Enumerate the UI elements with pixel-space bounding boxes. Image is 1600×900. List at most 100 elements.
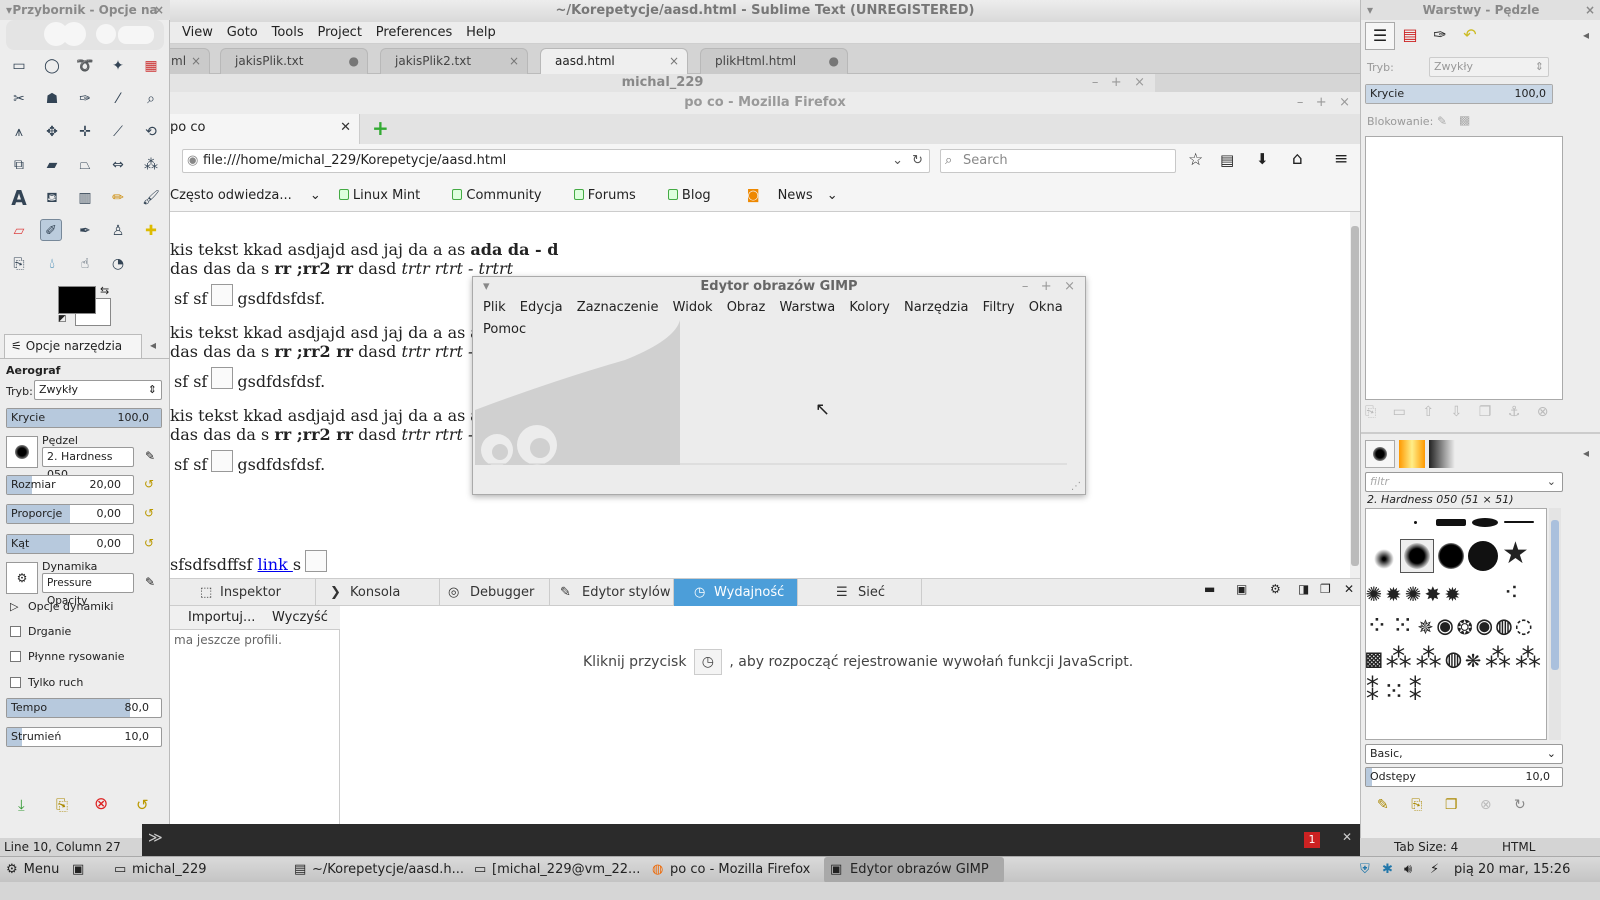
magic-wand-icon[interactable]: ✦: [107, 55, 129, 77]
reset-size-icon[interactable]: ↺: [144, 477, 154, 491]
brush-filter-input[interactable]: filtr ⌄: [1365, 472, 1563, 492]
edit-brush-icon[interactable]: ✎: [1377, 797, 1389, 813]
record-button[interactable]: ◷: [693, 649, 722, 675]
refresh-brushes-icon[interactable]: ↻: [1514, 797, 1526, 813]
flow-slider[interactable]: Strumień 10,0: [6, 727, 162, 747]
search-input[interactable]: ⌕ Search: [940, 149, 1176, 173]
menu-view[interactable]: Widok: [673, 297, 713, 319]
editor-tab-active[interactable]: aasd.html ×: [540, 48, 688, 74]
perspective-icon[interactable]: ⏢: [74, 154, 96, 176]
brush-item[interactable]: [1436, 519, 1466, 526]
brush-scrollbar[interactable]: [1549, 508, 1561, 740]
tab-performance[interactable]: ◷ Wydajność: [674, 579, 798, 606]
tab-network[interactable]: ☰ Sieć: [798, 579, 922, 606]
foreground-select-icon[interactable]: ☗: [41, 88, 63, 110]
page-info-icon[interactable]: ◉: [187, 150, 198, 172]
text-tool-icon[interactable]: A: [8, 187, 30, 209]
bookmark-community[interactable]: Community: [452, 188, 555, 203]
editor-tab[interactable]: plikHtml.html ●: [700, 48, 848, 74]
reset-angle-icon[interactable]: ↺: [144, 536, 154, 550]
measure-icon[interactable]: ⩚: [8, 121, 30, 143]
tool-options-tab[interactable]: ⚟ Opcje narzędzia: [4, 334, 142, 358]
home-icon[interactable]: ⌂: [1292, 149, 1303, 169]
brush-name-field[interactable]: 2. Hardness 050: [42, 447, 134, 481]
scrollbar-thumb[interactable]: [1351, 226, 1359, 566]
dynamics-options-label[interactable]: Opcje dynamiki: [28, 600, 113, 613]
brush-item[interactable]: [1414, 521, 1417, 524]
mode-select[interactable]: Zwykły ⇕: [34, 380, 162, 400]
lower-layer-icon[interactable]: ⇩: [1451, 404, 1463, 420]
task-terminal-2[interactable]: ▭ [michal_229@vm_22...: [470, 857, 642, 883]
resize-grip-icon[interactable]: ⋰: [1071, 481, 1081, 492]
angle-slider[interactable]: Kąt 0,00: [6, 534, 134, 554]
window-menu-icon[interactable]: ▾: [1367, 0, 1373, 20]
delete-layer-icon[interactable]: ⊗: [1537, 404, 1549, 420]
window-menu-icon[interactable]: ▾: [483, 277, 490, 297]
browser-tab[interactable]: po co ✕: [170, 114, 360, 144]
foreground-color-swatch[interactable]: [58, 286, 96, 314]
paths-icon[interactable]: ✑: [74, 88, 96, 110]
new-layer-icon[interactable]: ⎘: [1365, 404, 1376, 420]
blur-icon[interactable]: 💧︎: [41, 253, 63, 275]
align-icon[interactable]: ✛: [74, 121, 96, 143]
close-icon[interactable]: ×: [669, 49, 679, 73]
tab-menu-icon[interactable]: ◂: [1583, 446, 1589, 460]
brushes-tab-icon[interactable]: [1365, 440, 1395, 468]
brush-grid[interactable]: ★ ✺✹✺✸✹ ⁖⁘⁙✵◉❂◉◍◌▩⁂⁂◍❋⁂⁂⁑⁙⁑: [1365, 508, 1547, 740]
bucket-fill-icon[interactable]: ⛾: [41, 187, 63, 209]
expand-console-icon[interactable]: ≫: [148, 830, 163, 846]
delete-options-icon[interactable]: ⊗: [94, 794, 108, 814]
brush-item[interactable]: [1472, 518, 1498, 527]
bookmark-linux-mint[interactable]: Linux Mint: [338, 188, 434, 203]
close-tab-icon[interactable]: ✕: [340, 114, 351, 142]
bookmark-blog[interactable]: Blog: [667, 188, 725, 203]
volume-icon[interactable]: 🔊︎: [1404, 857, 1412, 883]
brush-item[interactable]: [1504, 521, 1534, 523]
reading-list-icon[interactable]: ▤: [1220, 151, 1234, 169]
layer-opacity-slider[interactable]: Krycie 100,0: [1365, 84, 1553, 104]
rect-select-icon[interactable]: ▭: [8, 55, 30, 77]
size-slider[interactable]: Rozmiar 20,00: [6, 475, 134, 495]
dodge-burn-icon[interactable]: ◔: [107, 253, 129, 275]
unsaved-dot-icon[interactable]: ●: [349, 49, 359, 73]
close-icon[interactable]: ✕: [1342, 830, 1352, 844]
bookmark-most-visited[interactable]: Często odwiedza... ⌄: [170, 188, 321, 203]
editor-tab[interactable]: jakisPlik.txt ●: [220, 48, 368, 74]
hamburger-menu-icon[interactable]: ≡: [1334, 149, 1348, 169]
clone-icon[interactable]: ♙: [107, 220, 129, 242]
cage-transform-icon[interactable]: ⁂: [140, 154, 162, 176]
new-tab-plus-icon[interactable]: +: [372, 116, 389, 140]
ellipse-select-icon[interactable]: ◯: [41, 55, 63, 77]
delete-brush-icon[interactable]: ⊗: [1480, 797, 1492, 813]
dock-side-icon[interactable]: ◨: [1298, 582, 1309, 596]
layer-mode-select[interactable]: Zwykły ⇕: [1429, 57, 1549, 77]
menu-windows[interactable]: Okna: [1029, 297, 1063, 319]
close-icon[interactable]: ✕: [1344, 582, 1354, 596]
menu-edit[interactable]: Edycja: [520, 297, 563, 319]
menu-tools[interactable]: Narzędzia: [904, 297, 969, 319]
zoom-icon[interactable]: ⌕: [140, 88, 162, 110]
perspective-clone-icon[interactable]: ⎘: [8, 253, 30, 275]
spacing-slider[interactable]: Odstępy 10,0: [1365, 767, 1563, 787]
unsaved-dot-icon[interactable]: ●: [829, 49, 839, 73]
pane-divider[interactable]: [1361, 432, 1600, 434]
patterns-tab-icon[interactable]: [1399, 440, 1425, 468]
lasso-icon[interactable]: ➰: [74, 55, 96, 77]
url-bar[interactable]: ◉ file:///home/michal_229/Korepetycje/aa…: [182, 149, 930, 173]
smooth-checkbox[interactable]: [10, 651, 21, 662]
close-icon[interactable]: ×: [191, 49, 201, 73]
anchor-layer-icon[interactable]: ⚓: [1508, 404, 1521, 420]
window-controls[interactable]: – + ×: [1092, 74, 1145, 92]
url-dropdown-icon[interactable]: ⌄: [892, 150, 903, 172]
scrollbar-thumb[interactable]: [1551, 520, 1559, 670]
tab-inspector[interactable]: ⬚ Inspektor: [170, 579, 316, 606]
editor-tab[interactable]: jakisPlik2.txt ×: [380, 48, 528, 74]
menu-file[interactable]: Plik: [483, 297, 506, 319]
menu-goto[interactable]: Goto: [227, 22, 258, 44]
gradients-tab-icon[interactable]: [1429, 440, 1455, 468]
shear-icon[interactable]: ▰: [41, 154, 63, 176]
shield-icon[interactable]: ⛨: [1360, 857, 1370, 883]
tab-size[interactable]: Tab Size: 4: [1394, 838, 1458, 856]
lock-pixels-icon[interactable]: ✎: [1437, 114, 1447, 128]
brush-preview[interactable]: [6, 436, 38, 468]
